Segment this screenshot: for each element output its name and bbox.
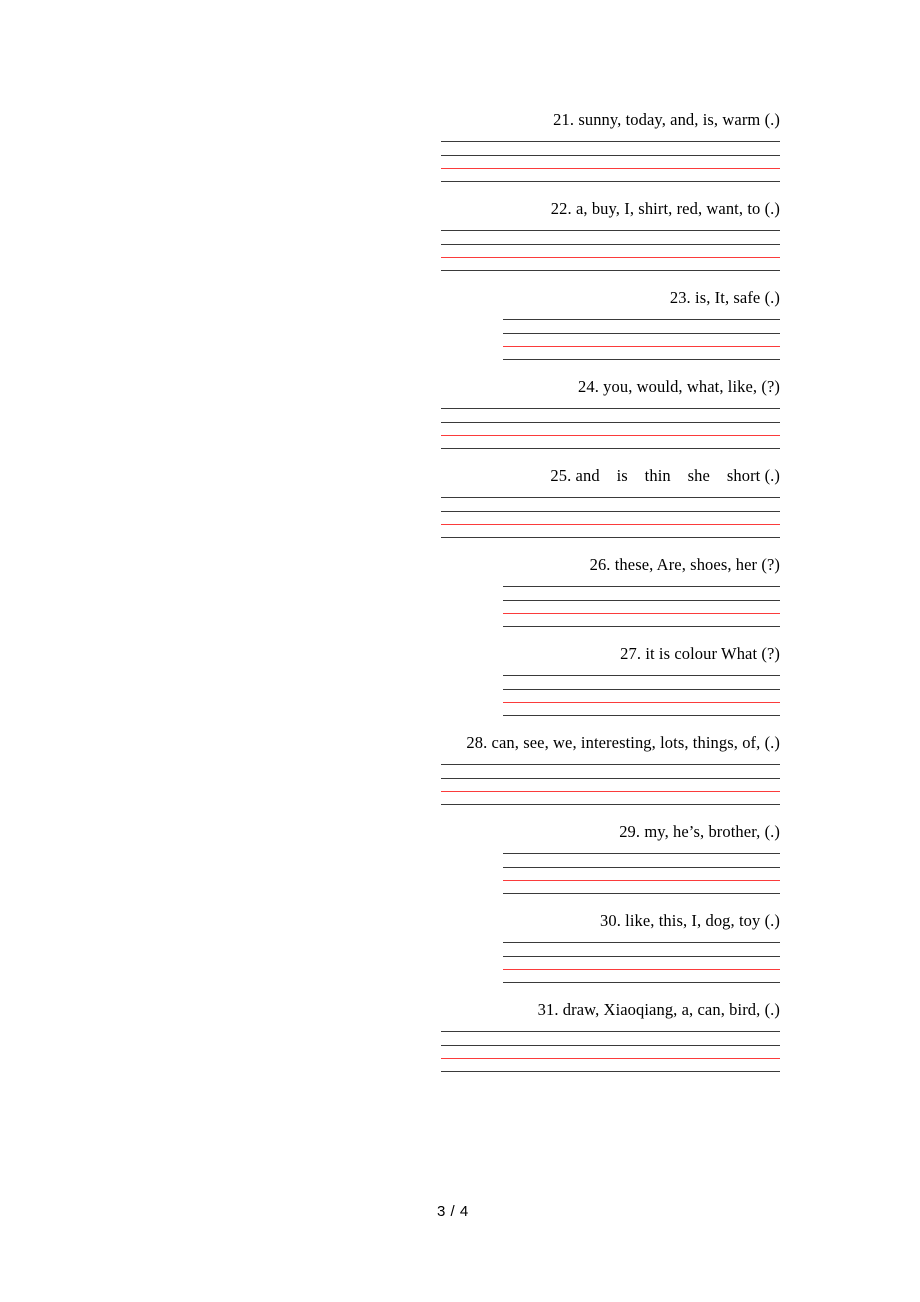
question-block: 27. it is colour What (?) — [140, 644, 780, 716]
answer-rule-upper-mid — [441, 778, 780, 779]
answer-rule-top — [441, 497, 780, 498]
answer-rule-baseline-red — [503, 702, 780, 703]
answer-rule-bottom — [441, 181, 780, 182]
answer-rule-baseline-red — [503, 880, 780, 881]
question-block: 22. a, buy, I, shirt, red, want, to (.) — [140, 199, 780, 271]
question-text: 27. it is colour What (?) — [620, 644, 780, 663]
worksheet-page: 21. sunny, today, and, is, warm (.) 22. a… — [0, 0, 920, 1302]
answer-rule-group[interactable] — [441, 764, 780, 805]
question-text: 28. can, see, we, interesting, lots, thi… — [466, 733, 780, 752]
answer-rule-upper-mid — [503, 956, 780, 957]
answer-rule-bottom — [503, 359, 780, 360]
answer-rule-upper-mid — [441, 422, 780, 423]
answer-rule-baseline-red — [441, 1058, 780, 1059]
answer-rule-baseline-red — [503, 613, 780, 614]
answer-rule-group[interactable] — [441, 497, 780, 538]
answer-rule-group[interactable] — [503, 675, 780, 716]
answer-rule-group[interactable] — [441, 1031, 780, 1072]
answer-rule-group[interactable] — [441, 141, 780, 182]
answer-rule-top — [503, 853, 780, 854]
answer-rule-baseline-red — [441, 524, 780, 525]
answer-rule-upper-mid — [503, 867, 780, 868]
question-text: 23. is, It, safe (.) — [669, 288, 780, 307]
question-text: 24. you, would, what, like, (?) — [578, 377, 780, 396]
answer-rule-top — [441, 764, 780, 765]
answer-rule-top — [503, 319, 780, 320]
answer-rule-group[interactable] — [503, 586, 780, 627]
answer-rule-top — [441, 230, 780, 231]
page-number: 3 / 4 — [437, 1203, 469, 1220]
answer-rule-bottom — [441, 537, 780, 538]
answer-rule-upper-mid — [441, 511, 780, 512]
answer-rule-top — [441, 141, 780, 142]
answer-rule-bottom — [503, 893, 780, 894]
answer-rule-bottom — [503, 626, 780, 627]
question-text: 25. and is thin she short (.) — [550, 466, 780, 485]
question-text: 22. a, buy, I, shirt, red, want, to (.) — [550, 199, 780, 218]
question-text: 29. my, he’s, brother, (.) — [619, 822, 780, 841]
answer-rule-upper-mid — [503, 333, 780, 334]
answer-rule-upper-mid — [441, 244, 780, 245]
answer-rule-group[interactable] — [503, 319, 780, 360]
question-text: 30. like, this, I, dog, toy (.) — [600, 911, 780, 930]
question-text: 26. these, Are, shoes, her (?) — [589, 555, 780, 574]
answer-rule-bottom — [503, 982, 780, 983]
answer-rule-top — [441, 408, 780, 409]
question-block: 30. like, this, I, dog, toy (.) — [140, 911, 780, 983]
answer-rule-upper-mid — [441, 1045, 780, 1046]
question-block: 31. draw, Xiaoqiang, a, can, bird, (.) — [140, 1000, 780, 1072]
question-text: 31. draw, Xiaoqiang, a, can, bird, (.) — [537, 1000, 780, 1019]
answer-rule-upper-mid — [503, 600, 780, 601]
answer-rule-upper-mid — [441, 155, 780, 156]
answer-rule-baseline-red — [441, 791, 780, 792]
question-block: 25. and is thin she short (.) — [140, 466, 780, 538]
question-text: 21. sunny, today, and, is, warm (.) — [553, 110, 780, 129]
answer-rule-bottom — [441, 270, 780, 271]
answer-rule-bottom — [441, 1071, 780, 1072]
answer-rule-group[interactable] — [503, 942, 780, 983]
question-block: 21. sunny, today, and, is, warm (.) — [140, 110, 780, 182]
question-block: 28. can, see, we, interesting, lots, thi… — [140, 733, 780, 805]
answer-rule-bottom — [503, 715, 780, 716]
question-block: 29. my, he’s, brother, (.) — [140, 822, 780, 894]
answer-rule-top — [503, 675, 780, 676]
answer-rule-top — [503, 586, 780, 587]
answer-rule-bottom — [441, 448, 780, 449]
answer-rule-group[interactable] — [441, 408, 780, 449]
answer-rule-upper-mid — [503, 689, 780, 690]
answer-rule-bottom — [441, 804, 780, 805]
answer-rule-top — [441, 1031, 780, 1032]
answer-rule-baseline-red — [441, 168, 780, 169]
answer-rule-baseline-red — [441, 435, 780, 436]
answer-rule-baseline-red — [503, 969, 780, 970]
questions-container: 21. sunny, today, and, is, warm (.) 22. a… — [140, 110, 780, 1089]
question-block: 23. is, It, safe (.) — [140, 288, 780, 360]
question-block: 26. these, Are, shoes, her (?) — [140, 555, 780, 627]
answer-rule-baseline-red — [503, 346, 780, 347]
answer-rule-top — [503, 942, 780, 943]
answer-rule-baseline-red — [441, 257, 780, 258]
answer-rule-group[interactable] — [441, 230, 780, 271]
answer-rule-group[interactable] — [503, 853, 780, 894]
question-block: 24. you, would, what, like, (?) — [140, 377, 780, 449]
